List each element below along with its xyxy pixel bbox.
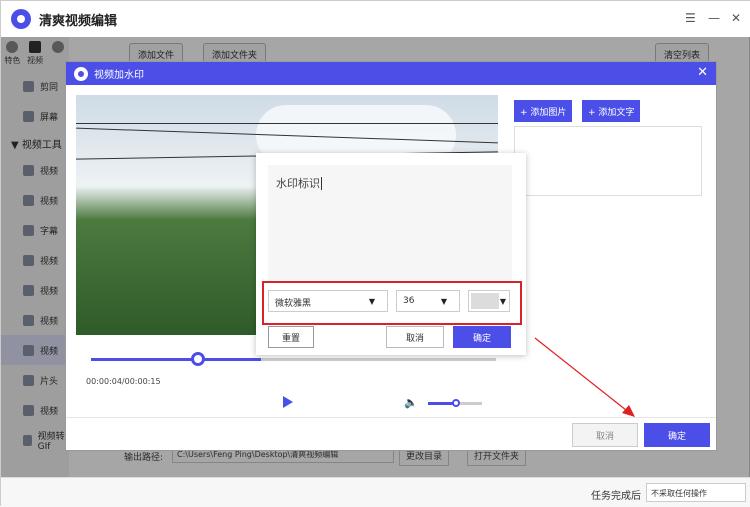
seek-bar-remaining[interactable]	[261, 358, 496, 361]
dialog-footer-divider	[66, 417, 716, 418]
chevron-down-icon: ▼	[499, 297, 506, 306]
menu-icon[interactable]: ☰	[685, 11, 696, 25]
volume-handle[interactable]	[452, 399, 460, 407]
chevron-down-icon: ▼	[440, 297, 447, 306]
color-picker[interactable]: ▼	[468, 290, 510, 312]
add-image-button[interactable]: + 添加图片	[514, 100, 573, 122]
after-done-select[interactable]: 不采取任何操作	[646, 483, 746, 502]
volume-icon[interactable]: 🔈	[404, 396, 418, 409]
dialog-cancel-button[interactable]: 取消	[572, 423, 638, 447]
seek-handle[interactable]	[191, 352, 205, 366]
seek-bar-played[interactable]	[91, 358, 261, 361]
dialog-title: 视频加水印	[94, 70, 144, 81]
text-watermark-popup: 水印标识 微软雅黑 ▼ 36 ▼ ▼ 重置 取消 确定	[256, 153, 526, 355]
font-size-select[interactable]: 36 ▼	[396, 290, 460, 312]
close-icon[interactable]: ✕	[731, 11, 741, 25]
app-logo-icon	[11, 9, 31, 29]
timecode: 00:00:04/00:00:15	[86, 377, 161, 386]
color-swatch	[471, 293, 499, 309]
popup-cancel-button[interactable]: 取消	[386, 326, 444, 348]
dialog-confirm-button[interactable]: 确定	[644, 423, 710, 447]
text-cursor	[321, 177, 322, 190]
play-icon[interactable]	[283, 396, 293, 408]
reset-button[interactable]: 重置	[268, 326, 314, 348]
watermark-text-input[interactable]: 水印标识	[268, 165, 512, 283]
font-select[interactable]: 微软雅黑 ▼	[268, 290, 388, 312]
add-text-button[interactable]: + 添加文字	[582, 100, 641, 122]
app-window: 清爽视频编辑 ☰ — ✕ 特色 视频 剪同 屏幕 ▼ 视频工具 视频 视频 字幕…	[0, 0, 750, 507]
dialog-header: 视频加水印 ✕	[66, 62, 716, 85]
popup-confirm-button[interactable]: 确定	[453, 326, 511, 348]
video-wire	[76, 123, 498, 124]
chevron-down-icon: ▼	[368, 297, 375, 306]
dialog-close-icon[interactable]: ✕	[697, 65, 708, 80]
app-title: 清爽视频编辑	[39, 13, 118, 29]
minimize-icon[interactable]: —	[708, 11, 720, 25]
footer: 任务完成后 不采取任何操作	[1, 477, 750, 507]
app-logo-icon	[74, 66, 88, 81]
title-bar: 清爽视频编辑 ☰ — ✕	[1, 1, 750, 37]
after-done-label: 任务完成后	[591, 491, 641, 502]
watermark-list[interactable]	[514, 126, 702, 196]
